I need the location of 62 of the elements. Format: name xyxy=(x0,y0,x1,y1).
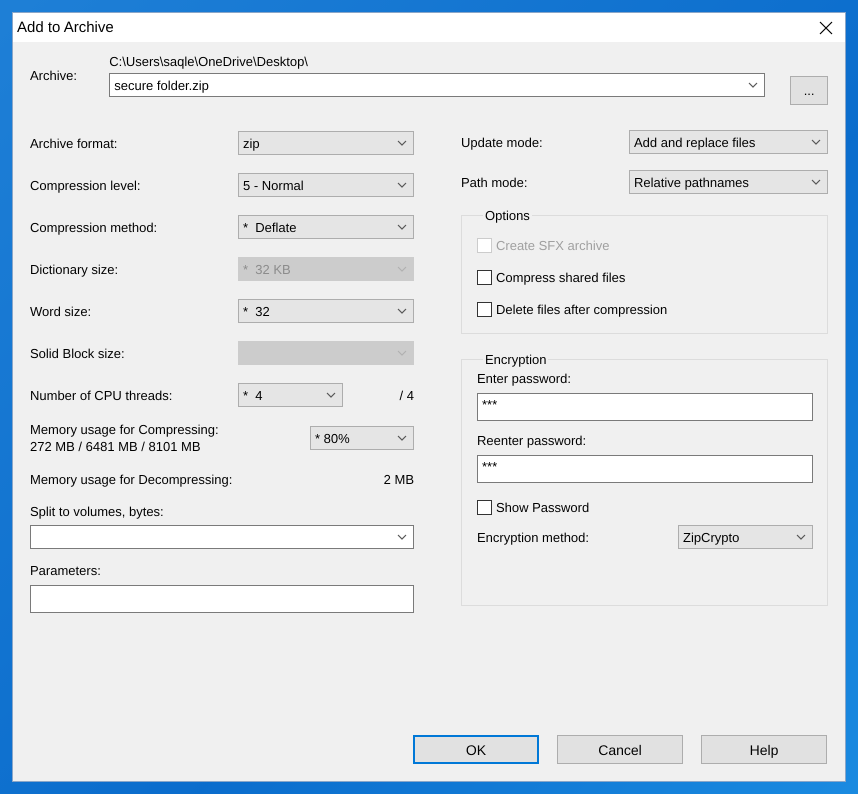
checkbox[interactable]: Delete files after compression xyxy=(477,293,813,325)
checkbox-box[interactable] xyxy=(477,500,492,514)
field-label: Solid Block size: xyxy=(30,346,125,360)
folder-path: C:\Users\saqle\OneDrive\Desktop\ xyxy=(109,54,309,69)
chevron-down-icon xyxy=(397,182,407,188)
field-label: Number of CPU threads: xyxy=(30,388,172,402)
chevron-down-icon xyxy=(397,435,407,441)
archive-name-combobox[interactable]: secure folder.zip xyxy=(109,73,766,97)
chevron-down-icon xyxy=(397,224,407,230)
browse-button[interactable]: ... xyxy=(790,76,828,105)
chevron-down-icon xyxy=(326,392,336,398)
dropdown[interactable]: * 4 xyxy=(238,383,343,407)
field-label: Encryption method: xyxy=(477,530,590,544)
field-label: Enter password: xyxy=(477,371,572,386)
chevron-down-icon xyxy=(397,266,407,272)
field-label: Word size: xyxy=(30,304,92,318)
dropdown[interactable]: Add and replace files xyxy=(629,130,828,154)
field-label: Archive: xyxy=(30,68,78,83)
dropdown[interactable]: ZipCrypto xyxy=(678,525,813,549)
checkbox[interactable]: Show Password xyxy=(477,491,813,523)
dropdown[interactable]: * 32 xyxy=(238,299,414,323)
dropdown[interactable]: * 80% xyxy=(310,426,414,450)
checkbox-box[interactable] xyxy=(477,302,492,316)
dropdown[interactable]: Relative pathnames xyxy=(629,170,828,194)
chevron-down-icon xyxy=(811,139,821,145)
field-label: Compression method: xyxy=(30,220,158,234)
chevron-down-icon xyxy=(397,350,407,356)
chevron-down-icon xyxy=(796,534,806,540)
chevron-down-icon xyxy=(397,534,407,540)
dropdown[interactable]: 5 - Normal xyxy=(238,173,414,197)
chevron-down-icon xyxy=(748,82,758,88)
field-label: Compression level: xyxy=(30,178,141,192)
field-label: Dictionary size: xyxy=(30,262,118,276)
thread-count: / 4 xyxy=(400,388,414,402)
parameters-field[interactable] xyxy=(30,585,414,613)
window-title: Add to Archive xyxy=(17,19,114,36)
checkbox[interactable]: Compress shared files xyxy=(477,261,813,293)
dropdown[interactable]: zip xyxy=(238,131,414,155)
checkbox-box[interactable] xyxy=(477,270,492,284)
password-field[interactable]: *** xyxy=(477,455,813,483)
split-combobox[interactable] xyxy=(30,525,414,549)
chevron-down-icon xyxy=(397,140,407,146)
field-label: Split to volumes, bytes: xyxy=(30,504,165,519)
memory-value: 2 MB xyxy=(384,472,414,486)
group-title: Options xyxy=(484,208,531,223)
field-label: Parameters: xyxy=(30,563,102,578)
field-label: Update mode: xyxy=(461,134,543,150)
field-label: Archive format: xyxy=(30,136,118,150)
field-label: Reenter password: xyxy=(477,433,588,448)
field-label: Memory usage for Decompressing: xyxy=(30,472,232,486)
group-title: Encryption xyxy=(484,352,548,367)
dialog-button[interactable]: Cancel xyxy=(557,735,683,764)
dropdown[interactable]: * Deflate xyxy=(238,215,414,239)
dialog-button[interactable]: Help xyxy=(701,735,827,764)
password-field[interactable]: *** xyxy=(477,393,813,421)
chevron-down-icon xyxy=(811,179,821,185)
close-button[interactable] xyxy=(817,18,835,36)
chevron-down-icon xyxy=(397,308,407,314)
dialog-button[interactable]: OK xyxy=(413,735,539,764)
memory-usage: 272 MB / 6481 MB / 8101 MB xyxy=(30,439,202,454)
field-label: Path mode: xyxy=(461,174,528,190)
field-label: Memory usage for Compressing: xyxy=(30,422,219,437)
